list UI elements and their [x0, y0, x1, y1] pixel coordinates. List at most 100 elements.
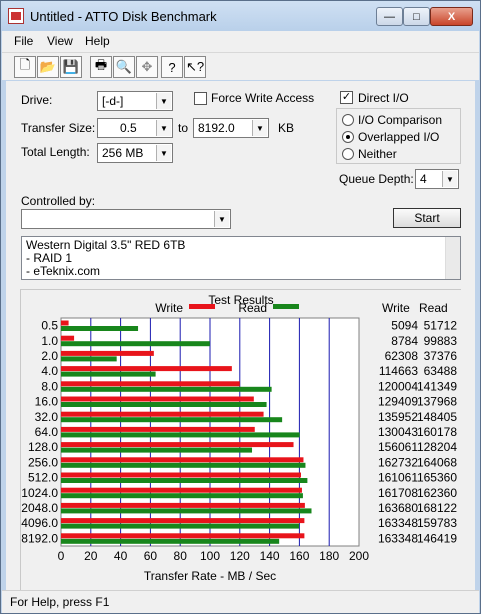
write-value-label: 130043: [378, 425, 418, 439]
write-value-label: 161061: [378, 471, 418, 485]
write-bar: [61, 426, 255, 432]
chevron-down-icon: ▼: [252, 120, 267, 136]
read-bar: [61, 432, 300, 438]
direct-io-checkbox[interactable]: ✓: [340, 91, 353, 104]
read-bar: [61, 538, 280, 544]
read-bar: [61, 326, 139, 331]
menu-help[interactable]: Help: [85, 34, 110, 48]
description-line: - eTeknix.com: [26, 264, 101, 278]
legend-read-label: Read: [238, 301, 267, 315]
write-value-label: 8784: [391, 334, 418, 348]
write-bar: [61, 502, 305, 508]
write-bar: [61, 320, 69, 326]
menu-view[interactable]: View: [47, 34, 73, 48]
io-comparison-radio[interactable]: [342, 114, 354, 126]
read-column-header: Read: [419, 301, 448, 315]
write-bar: [61, 335, 75, 341]
read-value-label: 164068: [417, 455, 457, 469]
chevron-down-icon: ▼: [156, 93, 171, 109]
force-write-label: Force Write Access: [211, 91, 315, 105]
app-window: Untitled - ATTO Disk Benchmark — □ X Fil…: [0, 0, 481, 614]
controlled-by-select[interactable]: ▼: [21, 209, 231, 229]
maximize-button[interactable]: □: [403, 7, 430, 26]
read-bar: [61, 493, 303, 499]
neither-radio[interactable]: [342, 148, 354, 160]
legend-write-label: Write: [155, 301, 183, 315]
close-button[interactable]: X: [430, 7, 473, 26]
minimize-button[interactable]: —: [376, 7, 403, 26]
read-value-label: 168122: [417, 501, 457, 515]
move-icon[interactable]: ✥: [136, 56, 158, 78]
transfer-to-select[interactable]: 8192.0 ▼: [193, 118, 269, 138]
read-bar: [61, 523, 300, 529]
y-category-label: 1.0: [41, 334, 58, 348]
y-category-label: 2.0: [41, 349, 58, 363]
x-tick-label: 20: [84, 549, 98, 563]
read-bar: [61, 478, 308, 483]
x-tick-label: 80: [174, 549, 188, 563]
write-column-header: Write: [382, 301, 410, 315]
write-bar: [61, 472, 301, 478]
transfer-from-select[interactable]: 0.5 ▼: [97, 118, 173, 138]
write-bar: [61, 442, 294, 448]
to-label: to: [178, 121, 189, 135]
read-value-label: 37376: [424, 349, 458, 363]
chevron-down-icon: ▼: [442, 171, 457, 187]
queue-depth-select[interactable]: 4 ▼: [415, 169, 459, 189]
y-category-label: 1024.0: [21, 486, 58, 500]
legend-write-swatch: [189, 304, 215, 309]
chevron-down-icon: ▼: [156, 145, 171, 161]
write-value-label: 162732: [378, 455, 418, 469]
write-value-label: 62308: [385, 349, 419, 363]
write-bar: [61, 533, 305, 539]
y-category-label: 8192.0: [21, 531, 58, 545]
status-text: For Help, press F1: [10, 595, 110, 609]
write-value-label: 129409: [378, 395, 418, 409]
write-bar: [61, 411, 264, 417]
x-tick-label: 100: [200, 549, 220, 563]
read-value-label: 146419: [417, 531, 457, 545]
description-scrollbar[interactable]: [445, 237, 460, 279]
write-bar: [61, 396, 254, 402]
force-write-checkbox[interactable]: [194, 92, 207, 105]
chevron-down-icon: ▼: [214, 211, 229, 227]
read-bar: [61, 356, 117, 362]
read-value-label: 162360: [417, 486, 457, 500]
description-line: - RAID 1: [26, 251, 73, 265]
x-tick-label: 200: [349, 549, 369, 563]
read-bar: [61, 417, 283, 423]
context-help-icon[interactable]: ↖?: [184, 56, 206, 78]
direct-io-label: Direct I/O: [358, 91, 409, 105]
read-value-label: 160178: [417, 425, 457, 439]
read-value-label: 159783: [417, 516, 457, 530]
y-category-label: 0.5: [41, 319, 58, 333]
write-value-label: 163348: [378, 516, 418, 530]
legend-read-swatch: [273, 304, 299, 309]
window-title: Untitled - ATTO Disk Benchmark: [30, 9, 217, 24]
write-value-label: 135952: [378, 410, 418, 424]
y-category-label: 4096.0: [21, 516, 58, 530]
drive-select[interactable]: [-d-] ▼: [97, 91, 173, 111]
print-icon[interactable]: 🖶: [90, 56, 112, 78]
write-bar: [61, 518, 305, 524]
read-bar: [61, 341, 210, 347]
total-length-select[interactable]: 256 MB ▼: [97, 143, 173, 163]
title-bar[interactable]: Untitled - ATTO Disk Benchmark — □ X: [1, 1, 480, 31]
x-tick-label: 0: [58, 549, 65, 563]
print-preview-icon[interactable]: 🔍: [113, 56, 135, 78]
help-icon[interactable]: ?: [161, 56, 183, 78]
start-button[interactable]: Start: [393, 208, 461, 228]
write-bar: [61, 457, 304, 463]
open-icon[interactable]: 📂: [37, 56, 59, 78]
io-comparison-label: I/O Comparison: [358, 113, 443, 127]
kb-label: KB: [278, 121, 295, 135]
read-value-label: 63488: [424, 364, 458, 378]
x-tick-label: 120: [230, 549, 250, 563]
new-icon[interactable]: 🗋: [14, 56, 36, 78]
read-value-label: 137968: [417, 395, 457, 409]
save-icon[interactable]: 💾: [60, 56, 82, 78]
overlapped-io-radio[interactable]: [342, 131, 354, 143]
menu-file[interactable]: File: [14, 34, 33, 48]
read-value-label: 51712: [424, 319, 458, 333]
description-textarea[interactable]: Western Digital 3.5" RED 6TB - RAID 1 - …: [21, 236, 461, 280]
